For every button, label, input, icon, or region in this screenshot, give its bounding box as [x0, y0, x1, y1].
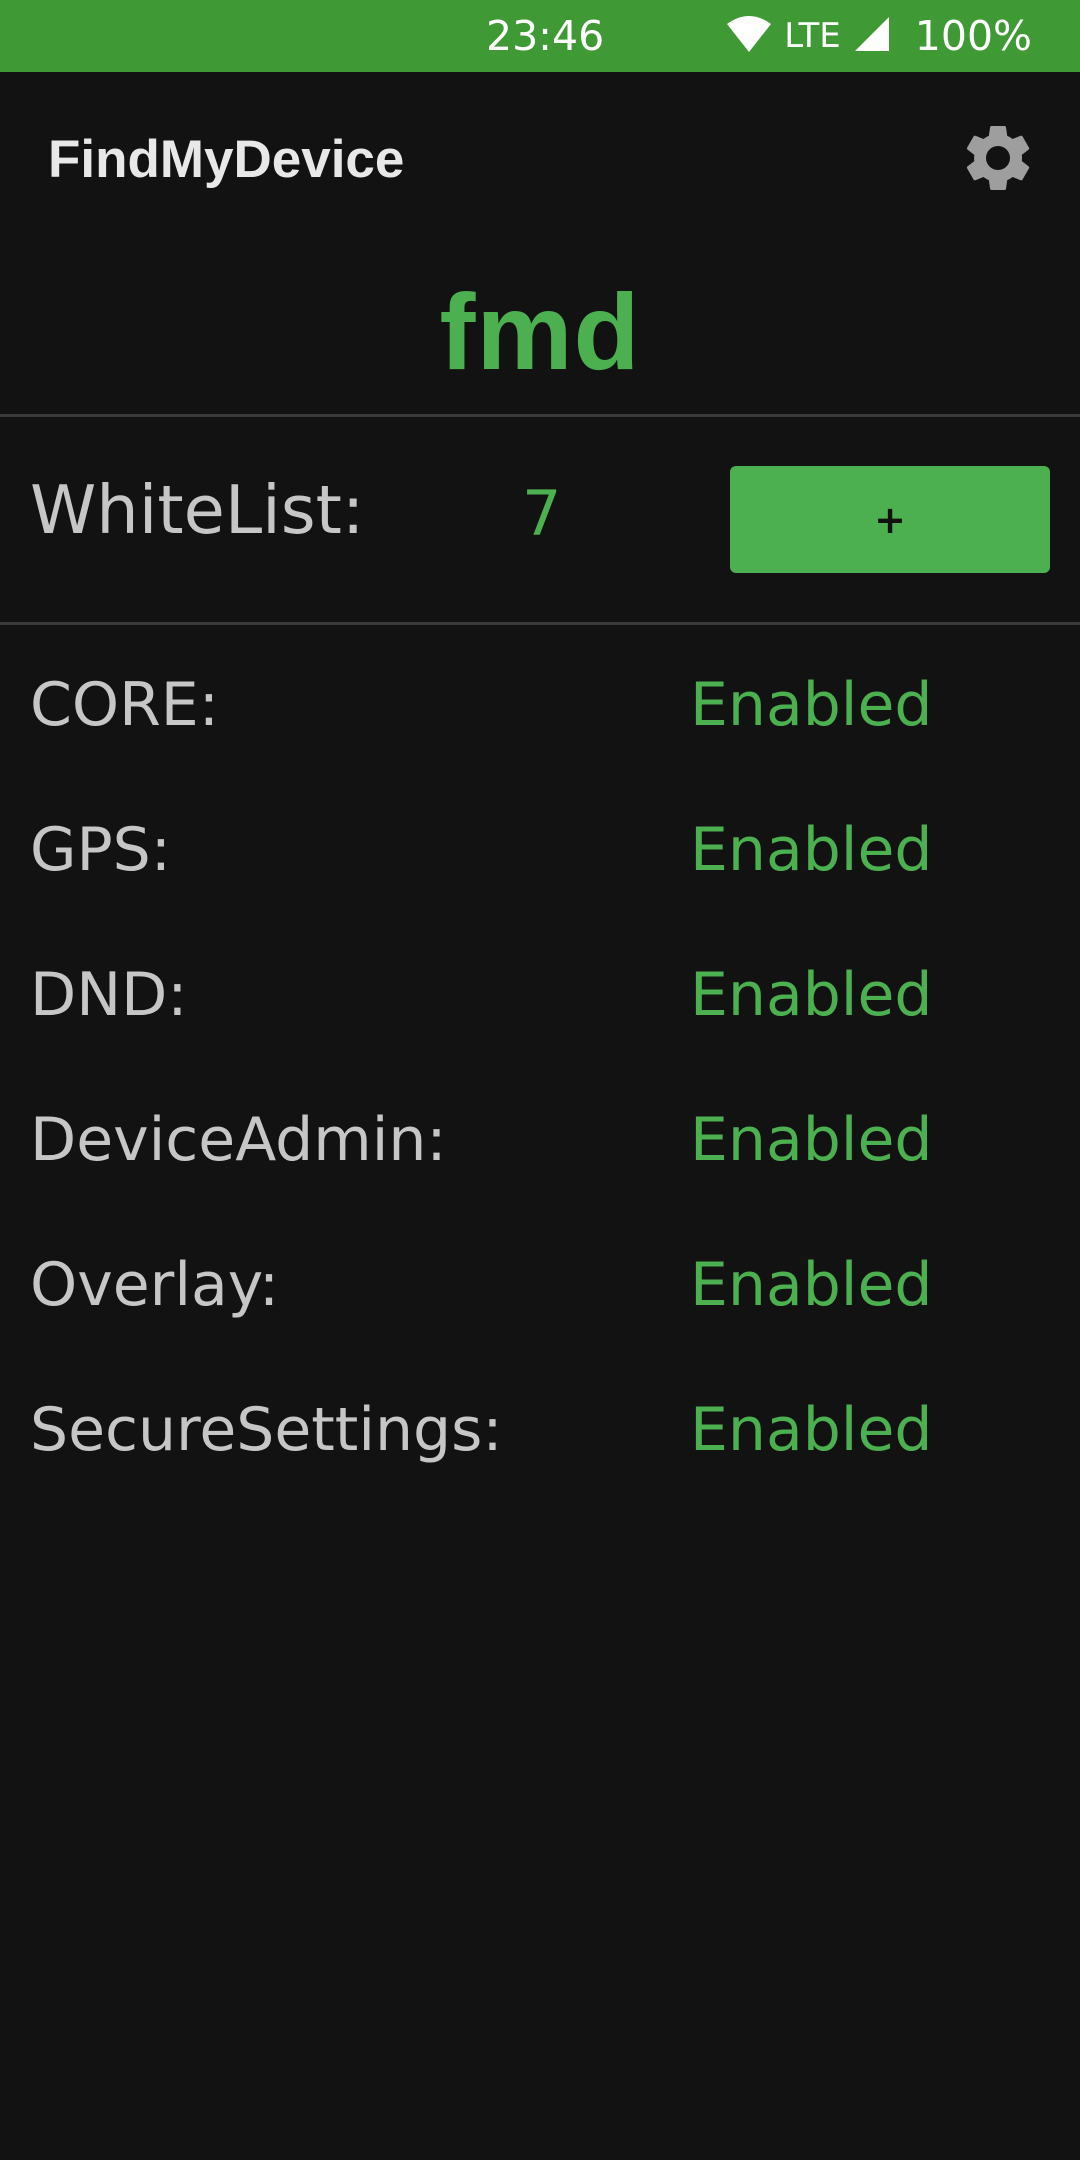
status-value: Enabled [690, 1395, 933, 1465]
status-value: Enabled [690, 960, 933, 1030]
wifi-icon [726, 14, 772, 58]
status-label: DND: [30, 960, 188, 1030]
status-value: Enabled [690, 1250, 933, 1320]
whitelist-count: 7 [522, 477, 562, 550]
status-indicators: LTE 100% [726, 12, 1032, 60]
status-row-secure-settings: SecureSettings: Enabled [0, 1380, 1080, 1525]
status-row-device-admin: DeviceAdmin: Enabled [0, 1090, 1080, 1235]
add-whitelist-button[interactable]: + [730, 466, 1050, 573]
status-label: GPS: [30, 815, 171, 885]
status-time: 23:46 [486, 12, 605, 60]
gear-icon [958, 118, 1038, 202]
status-row-overlay: Overlay: Enabled [0, 1235, 1080, 1380]
status-value: Enabled [690, 815, 933, 885]
whitelist-label: WhiteList: [30, 471, 365, 549]
status-label: DeviceAdmin: [30, 1105, 447, 1175]
app-title: FindMyDevice [48, 130, 405, 189]
status-row-dnd: DND: Enabled [0, 945, 1080, 1090]
battery-level: 100% [914, 12, 1032, 60]
permission-status-list: CORE: Enabled GPS: Enabled DND: Enabled … [0, 655, 1080, 1525]
status-label: Overlay: [30, 1250, 280, 1320]
network-type: LTE [784, 16, 841, 56]
divider [0, 622, 1080, 625]
divider [0, 414, 1080, 417]
status-value: Enabled [690, 670, 933, 740]
status-label: CORE: [30, 670, 219, 740]
signal-icon [853, 15, 891, 57]
settings-button[interactable] [956, 118, 1040, 202]
status-row-gps: GPS: Enabled [0, 800, 1080, 945]
status-label: SecureSettings: [30, 1395, 503, 1465]
status-row-core: CORE: Enabled [0, 655, 1080, 800]
app-bar: FindMyDevice [0, 72, 1080, 242]
status-bar: 23:46 LTE 100% [0, 0, 1080, 72]
app-logo-text: fmd [439, 271, 641, 392]
status-value: Enabled [690, 1105, 933, 1175]
